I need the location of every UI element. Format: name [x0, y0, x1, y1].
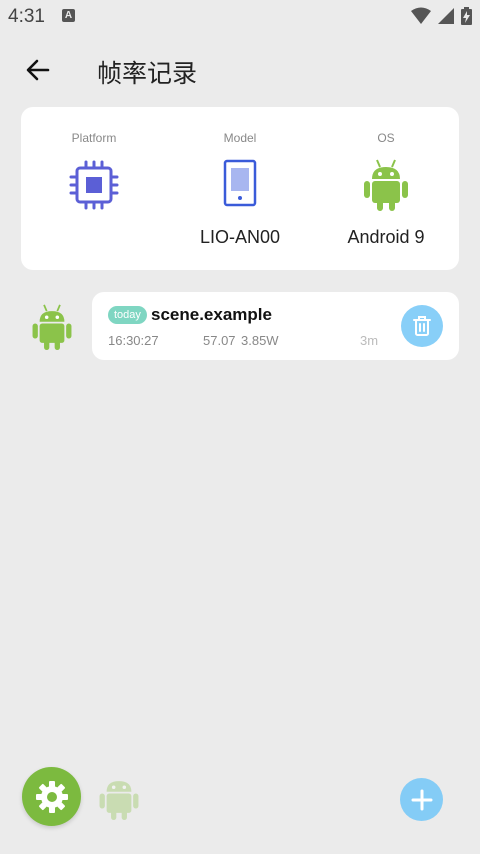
delete-button[interactable] — [401, 305, 443, 347]
gear-icon — [35, 780, 68, 813]
page-title: 帧率记录 — [97, 59, 198, 88]
os-label: OS — [377, 131, 395, 145]
signal-icon — [438, 8, 454, 24]
status-time: 4:31 — [8, 6, 45, 27]
record-duration: 3m — [360, 333, 379, 348]
app-bar: 帧率记录 — [0, 48, 480, 92]
os-section: OS Android 9 — [313, 107, 459, 270]
platform-section: Platform — [21, 107, 167, 270]
back-button[interactable] — [22, 54, 54, 86]
record-name: scene.example — [151, 305, 272, 324]
model-label: Model — [223, 131, 257, 145]
plus-icon — [411, 789, 432, 810]
record-power: 3.85W — [241, 333, 279, 348]
notification-icon: A — [62, 9, 75, 22]
os-value: Android 9 — [347, 227, 425, 247]
arrow-left-icon — [26, 59, 50, 81]
add-button[interactable] — [400, 778, 443, 821]
record-time: 16:30:27 — [108, 333, 159, 348]
record-item[interactable]: today scene.example 16:30:27 57.07 3.85W… — [92, 292, 459, 360]
wifi-icon — [411, 7, 431, 24]
status-bar: 4:31 A — [0, 0, 480, 32]
model-section: Model LIO-AN00 — [167, 107, 313, 270]
trash-icon — [413, 316, 431, 336]
chip-icon — [68, 159, 120, 216]
model-value: LIO-AN00 — [199, 227, 281, 247]
battery-charging-icon — [461, 7, 472, 25]
status-icons — [411, 6, 472, 26]
platform-label: Platform — [71, 131, 117, 145]
android-faded-icon[interactable] — [99, 774, 139, 825]
today-badge: today — [108, 306, 147, 324]
android-icon — [364, 159, 408, 216]
record-fps: 57.07 — [203, 333, 236, 348]
notification-letter: A — [64, 10, 73, 21]
settings-button[interactable] — [22, 767, 81, 826]
record-android-icon — [30, 304, 74, 355]
phone-icon — [223, 159, 257, 214]
device-info-card: Platform Model LIO-AN00 OS Android 9 — [21, 107, 459, 270]
